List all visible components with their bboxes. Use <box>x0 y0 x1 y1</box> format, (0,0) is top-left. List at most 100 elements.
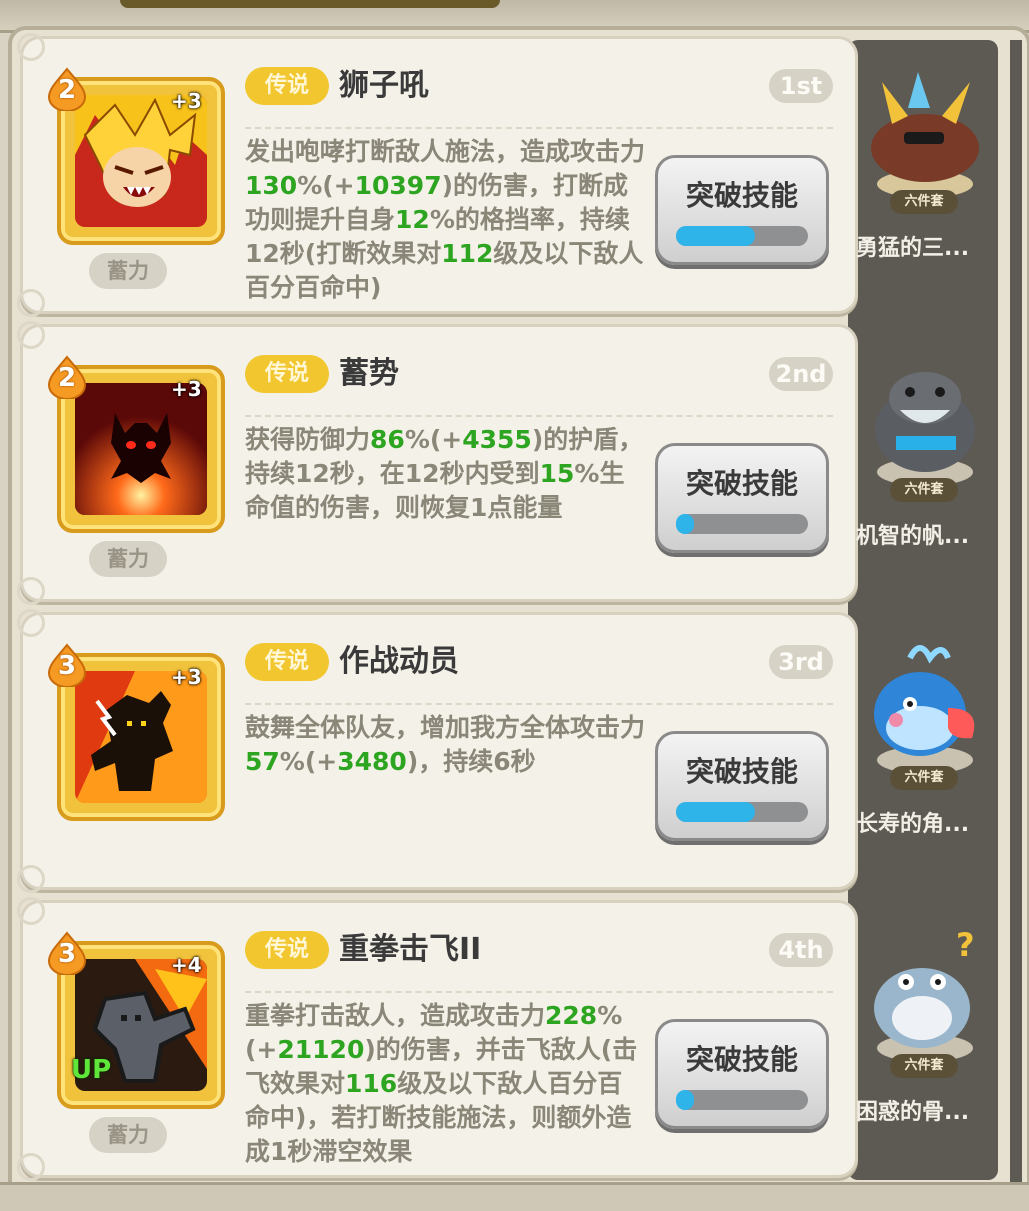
pet-name: 困惑的骨... <box>856 1100 970 1125</box>
highlight-value: 3480 <box>337 747 407 776</box>
divider <box>245 703 833 705</box>
roaring-lion-hero-icon <box>75 95 207 227</box>
top-slot <box>120 0 500 8</box>
pet-set-tag: 六件套 <box>890 766 958 790</box>
breakthrough-progress-fill <box>676 1090 694 1110</box>
skill-plus-badge: +3 <box>171 377 202 401</box>
whale-pet-icon <box>874 645 975 774</box>
skill-name: 蓄势 <box>339 356 399 391</box>
description-text: 获得防御力 <box>245 425 371 454</box>
breakthrough-label: 突破技能 <box>685 1043 798 1076</box>
rarity-tag: 传说 <box>245 931 329 969</box>
description-text: %(+ <box>297 171 355 200</box>
card-corner-ornament <box>17 33 45 61</box>
card-corner-ornament <box>17 897 45 925</box>
skill-description: 发出咆哮打断敌人施法，造成攻击力130%(+10397)的伤害，打断成功则提升自… <box>245 135 645 305</box>
skill-plus-badge: +4 <box>171 953 202 977</box>
highlight-value: 10397 <box>354 171 442 200</box>
skill-plus-badge: +3 <box>171 89 202 113</box>
hippo-pet-icon <box>875 372 975 486</box>
highlight-value: 12 <box>395 205 430 234</box>
description-text: 重拳打击敌人，造成攻击力 <box>245 1001 546 1030</box>
description-text: )，持续6秒 <box>406 747 536 776</box>
highlight-value: 57 <box>245 747 280 776</box>
breakthrough-label: 突破技能 <box>685 755 798 788</box>
skill-rank: 4th <box>769 933 833 967</box>
pet-name: 机智的帆... <box>856 524 970 549</box>
breakthrough-progress <box>676 226 808 246</box>
skill-description: 获得防御力86%(+4355)的护盾，持续12秒，在12秒内受到15%生命值的伤… <box>245 423 645 525</box>
card-corner-ornament <box>17 321 45 349</box>
divider <box>245 991 833 993</box>
skill-plus-badge: +3 <box>171 665 202 689</box>
skill-rank: 3rd <box>769 645 833 679</box>
skill-card-1: 2 +3 蓄力 传说 狮子吼 1st 发出咆哮打断敌人施法，造成攻击力 130%(… <box>17 33 858 317</box>
description-text: %(+ <box>279 747 338 776</box>
highlight-value: 228 <box>545 1001 598 1030</box>
card-corner-ornament <box>17 865 45 893</box>
right-edge <box>1010 40 1022 1190</box>
highlight-value: 116 <box>345 1069 398 1098</box>
skill-description: 重拳打击敌人，造成攻击力228%(+21120)的伤害，并击飞敌人(击飞效果对1… <box>245 999 645 1169</box>
breakthrough-button[interactable]: 突破技能 <box>655 1019 829 1129</box>
horned-beast-pet-icon <box>871 72 979 198</box>
divider <box>245 415 833 417</box>
highlight-value: 86 <box>370 425 405 454</box>
charge-tag: 蓄力 <box>89 541 167 577</box>
pet-name: 勇猛的三... <box>856 236 970 261</box>
pet-slot-2[interactable]: 六件套 机智的帆... <box>852 330 998 602</box>
skill-rank: 1st <box>769 69 833 103</box>
breakthrough-label: 突破技能 <box>685 179 798 212</box>
description-text: 鼓舞全体队友，增加我方全体攻击力 <box>245 713 646 742</box>
pet-set-tag: 六件套 <box>890 190 958 214</box>
skill-name: 重拳击飞II <box>339 932 482 967</box>
divider <box>245 127 833 129</box>
card-corner-ornament <box>17 289 45 317</box>
charge-tag: 蓄力 <box>89 1117 167 1153</box>
pet-slot-1[interactable]: 六件套 勇猛的三... <box>852 42 998 314</box>
skill-level: 2 <box>57 75 77 105</box>
breakthrough-button[interactable]: 突破技能 <box>655 731 829 841</box>
breakthrough-progress <box>676 514 808 534</box>
rarity-tag: 传说 <box>245 355 329 393</box>
skill-level: 3 <box>57 939 77 969</box>
breakthrough-progress <box>676 802 808 822</box>
breakthrough-progress-fill <box>676 514 694 534</box>
description-text: %(+ <box>404 425 463 454</box>
skill-up-tag: UP <box>71 1055 112 1085</box>
skill-rank: 2nd <box>769 357 833 391</box>
rarity-tag: 传说 <box>245 67 329 105</box>
charge-tag: 蓄力 <box>89 253 167 289</box>
breakthrough-button[interactable]: 突破技能 <box>655 443 829 553</box>
breakthrough-button[interactable]: 突破技能 <box>655 155 829 265</box>
pet-slot-4[interactable]: ? 六件套 困惑的骨... <box>852 906 998 1178</box>
skill-level: 3 <box>57 651 77 681</box>
skill-level: 2 <box>57 363 77 393</box>
skill-card-4: 3 +4 UP 蓄力 传说 重拳击飞II 4th 重拳打击敌人，造成攻击力228… <box>17 897 858 1181</box>
skill-card-2: 2 +3 蓄力 传说 蓄势 2nd 获得防御力86%(+4355)的护盾，持续1… <box>17 321 858 605</box>
highlight-value: 15 <box>539 459 575 488</box>
skill-name: 作战动员 <box>339 644 459 679</box>
skill-card-3: 3 +3 传说 作战动员 3rd 鼓舞全体队友，增加我方全体攻击力 57%(+34… <box>17 609 858 893</box>
card-corner-ornament <box>17 577 45 605</box>
highlight-value: 21120 <box>277 1035 365 1064</box>
highlight-value: 130 <box>245 171 298 200</box>
card-corner-ornament <box>17 1153 45 1181</box>
card-corner-ornament <box>17 609 45 637</box>
svg-text:?: ? <box>956 926 975 964</box>
skill-description: 鼓舞全体队友，增加我方全体攻击力 57%(+3480)，持续6秒 <box>245 711 645 779</box>
skill-name: 狮子吼 <box>339 68 429 103</box>
demon-silhouette-shield-icon <box>75 383 207 515</box>
rallying-warrior-icon <box>75 671 207 803</box>
pet-set-tag: 六件套 <box>890 1054 958 1078</box>
description-text: 发出咆哮打断敌人施法，造成攻击力 <box>245 137 646 166</box>
confused-dino-pet-icon: ? <box>874 926 975 1062</box>
bottom-bar <box>0 1182 1029 1211</box>
breakthrough-progress <box>676 1090 808 1110</box>
rarity-tag: 传说 <box>245 643 329 681</box>
highlight-value: 112 <box>441 239 494 268</box>
pet-slot-3[interactable]: 六件套 长寿的角... <box>852 618 998 890</box>
breakthrough-progress-fill <box>676 226 756 246</box>
highlight-value: 4355 <box>462 425 532 454</box>
pet-name: 长寿的角... <box>856 812 970 837</box>
